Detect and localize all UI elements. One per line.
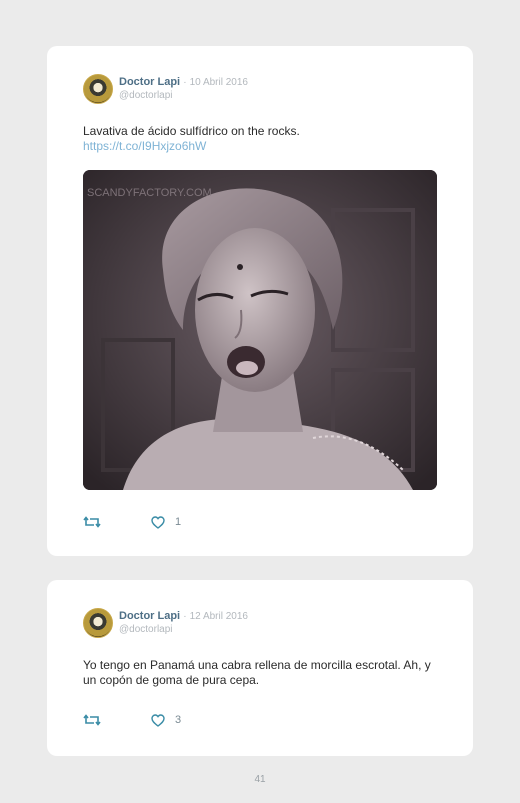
heart-icon [151,515,165,529]
tweet-body: Lavativa de ácido sulfídrico on the rock… [83,124,300,138]
tweet-text: Yo tengo en Panamá una cabra rellena de … [83,658,437,688]
image-watermark: SCANDYFACTORY.COM [87,187,212,199]
retweet-icon[interactable] [83,713,101,727]
like-count: 3 [175,714,182,726]
author-handle[interactable]: @doctorlapi [119,89,248,102]
author-name[interactable]: Doctor Lapi [119,76,180,88]
tweet-header: Doctor Lapi · 10 Abril 2016 @doctorlapi [83,74,437,104]
like-count: 1 [175,516,182,528]
tweet-text: Lavativa de ácido sulfídrico on the rock… [83,124,437,154]
author-handle[interactable]: @doctorlapi [119,623,248,636]
author-name[interactable]: Doctor Lapi [119,610,180,622]
separator: · [183,77,187,88]
avatar[interactable] [83,608,113,638]
avatar[interactable] [83,74,113,104]
tweet-header: Doctor Lapi · 12 Abril 2016 @doctorlapi [83,608,437,638]
tweet-actions: 3 [83,712,437,728]
page-number: 41 [254,774,266,785]
tweet-body: Yo tengo en Panamá una cabra rellena de … [83,658,431,687]
tweet-link[interactable]: https://t.co/I9Hxjzo6hW [83,139,437,154]
separator: · [183,611,187,622]
tweet-actions: 1 [83,514,437,530]
tweet-card: Doctor Lapi · 10 Abril 2016 @doctorlapi … [47,46,473,556]
like-button[interactable]: 1 [151,515,182,529]
heart-icon [151,713,165,727]
tweet-media-image[interactable]: SCANDYFACTORY.COM [83,170,437,490]
mannequin-photo: SCANDYFACTORY.COM [83,170,437,490]
like-button[interactable]: 3 [151,713,182,727]
retweet-icon[interactable] [83,515,101,529]
tweet-card: Doctor Lapi · 12 Abril 2016 @doctorlapi … [47,580,473,756]
tweet-date[interactable]: 10 Abril 2016 [190,77,248,88]
tweet-date[interactable]: 12 Abril 2016 [190,611,248,622]
